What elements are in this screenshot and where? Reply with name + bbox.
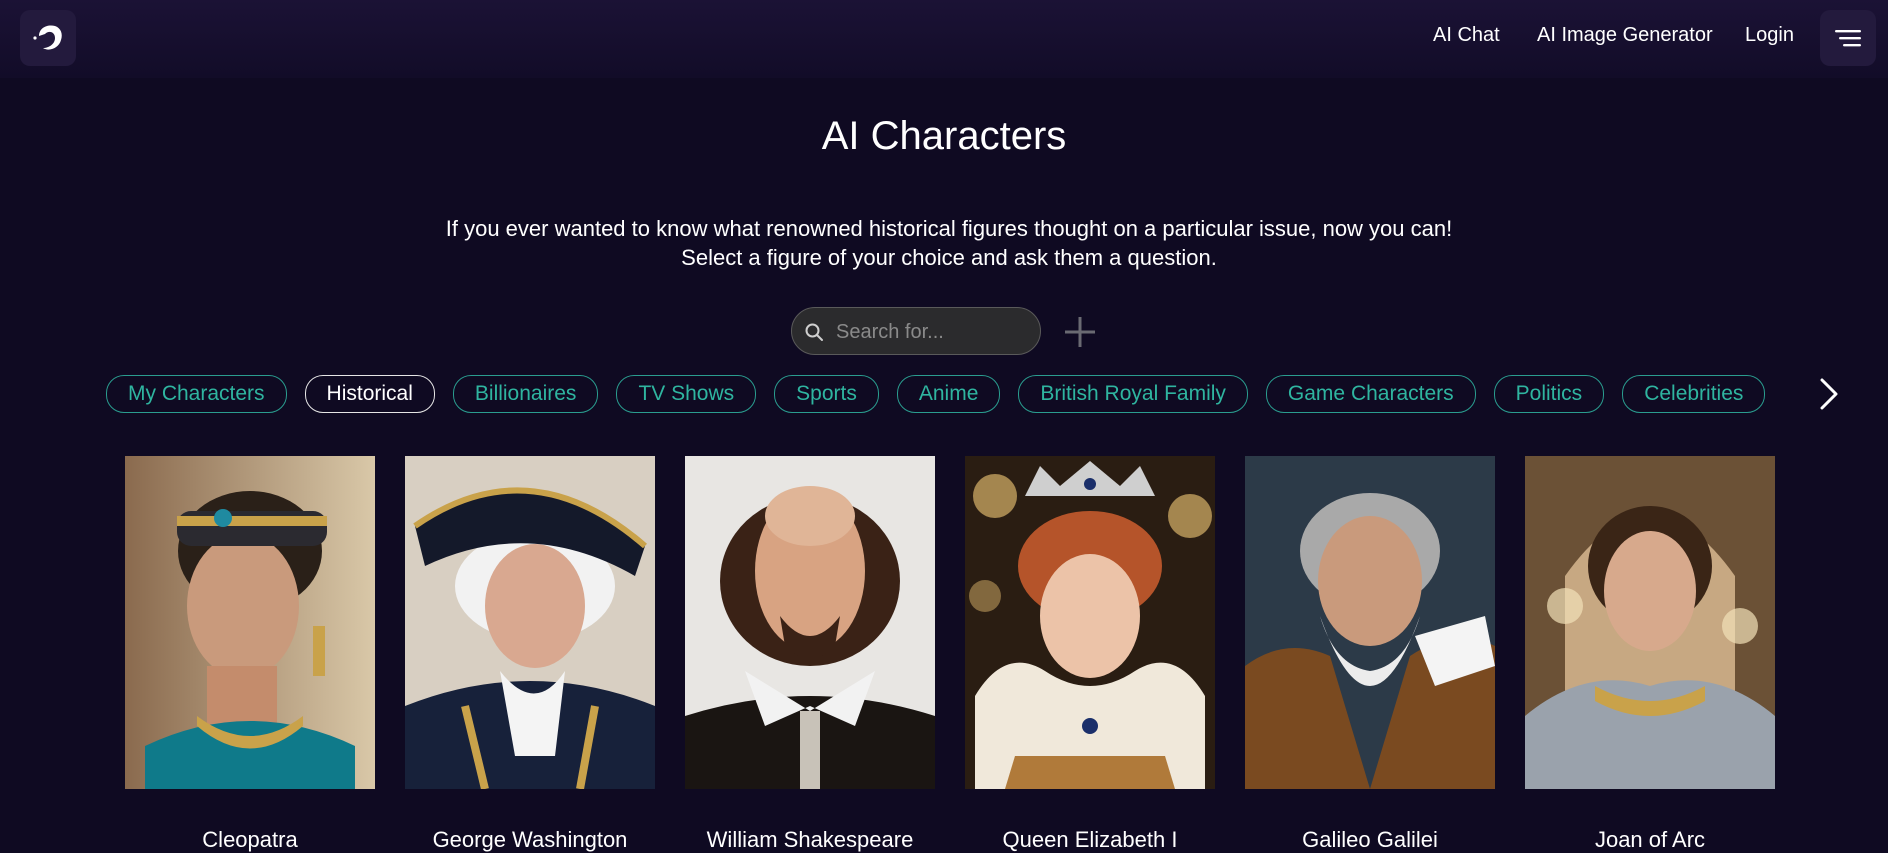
category-celebrities[interactable]: Celebrities [1622, 375, 1766, 413]
character-card-william-shakespeare[interactable]: William Shakespeare [685, 456, 935, 852]
category-tabs: My Characters Historical Billionaires TV… [106, 375, 1798, 415]
character-portrait [125, 456, 375, 789]
category-british-royal-family[interactable]: British Royal Family [1018, 375, 1248, 413]
character-portrait [685, 456, 935, 789]
search-input[interactable] [834, 308, 1028, 356]
character-portrait [405, 456, 655, 789]
category-sports[interactable]: Sports [774, 375, 879, 413]
nav-login[interactable]: Login [1745, 24, 1794, 47]
search-box [791, 307, 1041, 356]
nav-ai-image-generator[interactable]: AI Image Generator [1537, 24, 1713, 47]
character-name: Joan of Arc [1594, 827, 1706, 852]
character-name: Queen Elizabeth I [1002, 827, 1178, 852]
character-card-george-washington[interactable]: George Washington [405, 456, 655, 852]
search-icon [805, 323, 823, 341]
add-character-icon[interactable] [1060, 312, 1100, 352]
character-card-galileo-galilei[interactable]: Galileo Galilei [1245, 456, 1495, 852]
category-billionaires[interactable]: Billionaires [452, 375, 599, 413]
hamburger-menu-icon [1835, 30, 1861, 47]
character-name: William Shakespeare [706, 827, 914, 852]
character-card-joan-of-arc[interactable]: Joan of Arc [1525, 456, 1775, 852]
character-name: Cleopatra [202, 827, 298, 852]
character-portrait [1525, 456, 1775, 789]
category-my-characters[interactable]: My Characters [106, 375, 287, 413]
category-game-characters[interactable]: Game Characters [1265, 375, 1476, 413]
nav-ai-chat[interactable]: AI Chat [1433, 24, 1500, 47]
category-historical[interactable]: Historical [304, 375, 435, 413]
character-name: George Washington [432, 827, 628, 852]
character-portrait [965, 456, 1215, 789]
category-tv-shows[interactable]: TV Shows [616, 375, 757, 413]
character-portrait [1245, 456, 1495, 789]
character-name: Galileo Galilei [1302, 827, 1438, 852]
page-title: AI Characters [821, 114, 1067, 158]
page-description: If you ever wanted to know what renowned… [445, 216, 1453, 270]
menu-button[interactable] [1820, 10, 1876, 66]
category-politics[interactable]: Politics [1493, 375, 1605, 413]
character-card-queen-elizabeth-i[interactable]: Queen Elizabeth I [965, 456, 1215, 852]
character-card-cleopatra[interactable]: Cleopatra [125, 456, 375, 852]
site-logo[interactable] [20, 10, 76, 66]
category-anime[interactable]: Anime [896, 375, 1001, 413]
dolphin-logo-icon [33, 25, 62, 50]
chevron-right-icon[interactable] [1814, 376, 1844, 412]
